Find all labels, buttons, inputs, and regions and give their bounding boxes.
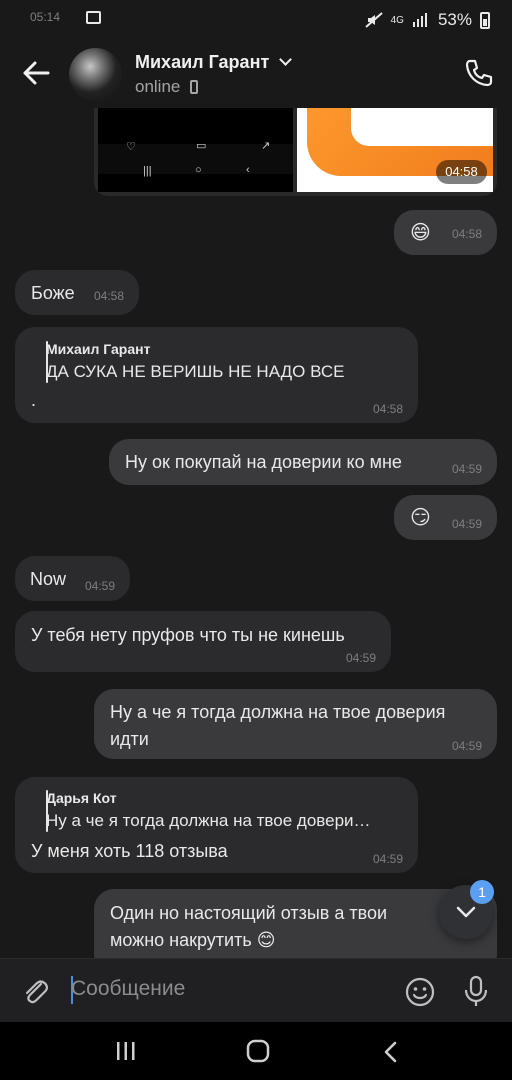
unread-badge: 1 [470, 880, 494, 904]
android-nav-bar [0, 1022, 512, 1080]
quote-text: ДА СУКА НЕ ВЕРИШЬ НЕ НАДО ВСЕ [46, 362, 345, 381]
message-bubble[interactable]: 😄 04:58 [394, 210, 497, 255]
message-time: 04:59 [84, 579, 115, 593]
chat-history[interactable]: ♡ ▭ ↗ ||| ○ ‹ 04:58 😄 04:58 Боже 04:58 М… [0, 108, 512, 958]
signal-icon [412, 13, 427, 27]
message-input[interactable]: Сообщение [71, 977, 371, 1005]
comment-icon: ▭ [196, 140, 207, 152]
recent-apps-icon[interactable] [115, 1041, 137, 1061]
battery-icon [480, 11, 490, 29]
emoji-smirk: 😏 [410, 507, 431, 529]
contact-name[interactable]: Михаил Гарант [135, 52, 293, 73]
quote-author: Михаил Гарант [46, 341, 151, 357]
white-graphic [351, 108, 493, 146]
message-text-line1: Один но настоящий отзыв а твои [110, 903, 388, 923]
message-bubble[interactable]: У тебя нету пруфов что ты не кинешь 04:5… [15, 611, 391, 672]
battery-percent: 53% [437, 10, 472, 29]
message-text: Now [30, 569, 67, 589]
network-label: 4G [390, 14, 404, 26]
contact-status: online [135, 77, 199, 97]
message-text: Боже [31, 283, 75, 303]
chevron-down-icon [279, 53, 293, 66]
gallery-icon [86, 11, 101, 24]
message-bubble[interactable]: 😏 04:59 [394, 495, 497, 540]
quote-text: Ну а че я тогда должна на твое довери… [46, 811, 371, 830]
paperclip-icon[interactable] [20, 976, 52, 1008]
message-text: . [31, 390, 37, 410]
message-time: 04:59 [451, 517, 482, 531]
status-time: 05:14 [30, 10, 61, 24]
contact-status-label: online [135, 77, 181, 96]
contact-name-label: Михаил Гарант [135, 52, 270, 72]
message-time: 04:58 [93, 289, 124, 303]
message-text: У тебя нету пруфов что ты не кинешь [31, 625, 345, 645]
message-composer: Сообщение [0, 958, 512, 1023]
phone-icon[interactable] [464, 58, 494, 88]
chat-header: Михаил Гарант online [0, 40, 512, 108]
photo-message[interactable]: ♡ ▭ ↗ ||| ○ ‹ 04:58 [94, 108, 497, 196]
back-arrow-icon[interactable] [18, 55, 54, 91]
message-bubble[interactable]: Ну а че я тогда должна на твое доверия и… [94, 689, 497, 759]
message-time: 04:59 [372, 852, 403, 866]
message-bubble[interactable]: Боже 04:58 [15, 270, 139, 315]
back-button-icon[interactable] [381, 1040, 399, 1064]
emoji-grin: 😄 [410, 222, 431, 244]
quote-author: Дарья Кот [46, 790, 117, 806]
reply-message-bubble[interactable]: Дарья Кот Ну а че я тогда должна на твое… [15, 777, 418, 873]
avatar[interactable] [69, 48, 122, 101]
message-time: 04:59 [451, 462, 482, 476]
status-icons: 4G 53% [364, 10, 490, 30]
mute-icon [364, 12, 383, 28]
mobile-icon [190, 80, 199, 94]
message-bubble[interactable]: Один но настоящий отзыв а твои можно нак… [94, 889, 497, 958]
recent-apps-mini-icon: ||| [143, 165, 152, 177]
reply-message-bubble[interactable]: Михаил Гарант ДА СУКА НЕ ВЕРИШЬ НЕ НАДО … [15, 327, 418, 423]
message-text: У меня хоть 118 отзыва [31, 841, 228, 861]
back-mini-icon: ‹ [246, 164, 250, 176]
message-time: 04:58 [372, 402, 403, 416]
photo-time: 04:58 [436, 160, 487, 184]
message-time: 04:59 [345, 651, 376, 665]
home-button-icon[interactable] [246, 1039, 270, 1063]
status-bar: 05:14 4G 53% [0, 0, 512, 40]
reply-quote[interactable]: Дарья Кот Ну а че я тогда должна на твое… [46, 790, 396, 832]
message-time: 04:58 [451, 227, 482, 241]
message-bubble[interactable]: Now 04:59 [15, 556, 130, 601]
home-mini-icon: ○ [195, 164, 202, 176]
message-text-line1: Ну а че я тогда должна на твое доверия [110, 702, 446, 722]
message-bubble[interactable]: Ну ок покупай на доверии ко мне 04:59 [109, 439, 497, 485]
emoji-icon[interactable] [404, 976, 436, 1008]
message-time: 04:59 [451, 739, 482, 753]
share-icon: ↗ [261, 140, 271, 152]
chevron-down-icon [456, 906, 476, 918]
microphone-icon[interactable] [462, 974, 490, 1008]
reply-quote[interactable]: Михаил Гарант ДА СУКА НЕ ВЕРИШЬ НЕ НАДО … [46, 341, 386, 383]
message-text-line2: можно накрутить 😊 [110, 930, 276, 950]
message-text: Ну ок покупай на доверии ко мне [125, 452, 402, 472]
message-text-line2: идти [110, 729, 149, 749]
heart-icon: ♡ [126, 141, 136, 153]
photo-thumbnail[interactable]: ♡ ▭ ↗ ||| ○ ‹ [98, 108, 293, 192]
